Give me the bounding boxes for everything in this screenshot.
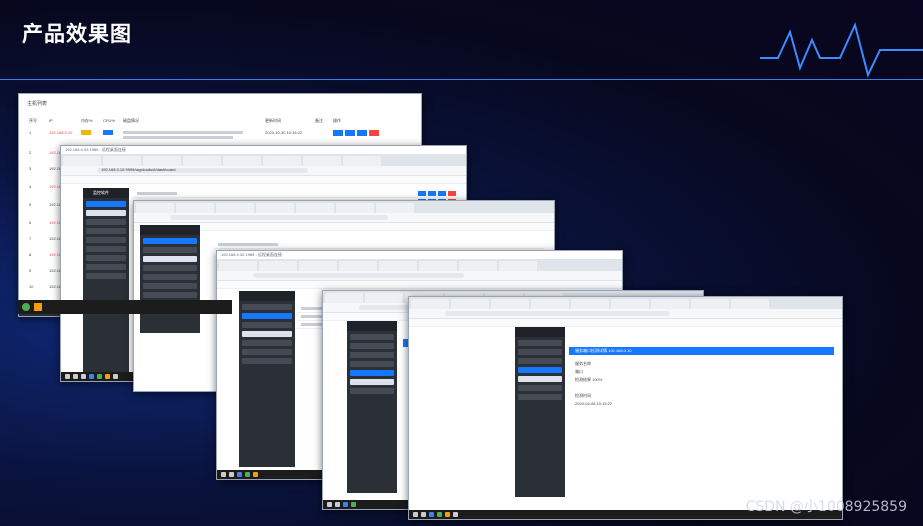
screenshot-port-detail: 服务端口检测详情 192.168.0.10 服务名称 端口 检测结果 100% …	[408, 296, 843, 520]
address-bar[interactable]: 192.168.0.10:9999/wgclouds/#/dashboard	[101, 167, 176, 172]
row-1-badge-cpu	[103, 130, 113, 135]
taskbar-left	[18, 300, 232, 314]
col-mem: 内存%	[81, 118, 93, 123]
sidebar-item-host-manage[interactable]	[86, 201, 126, 207]
row-8-no: 8	[29, 252, 32, 257]
col-cpu: CPU%	[103, 118, 116, 123]
row-1-disk-line-2	[123, 136, 233, 139]
row-1-disk-line	[123, 131, 243, 134]
watermark: CSDN @小1008925859	[745, 499, 907, 515]
row-2-no: 2	[29, 150, 32, 155]
row-10-no: 10	[29, 284, 34, 289]
row-7-no: 7	[29, 236, 32, 241]
slide-title: 产品效果图	[22, 23, 132, 46]
col-note: 备注	[315, 118, 323, 123]
sidebar-item-host-list[interactable]	[86, 210, 126, 216]
col-time: 更新时间	[265, 118, 281, 123]
row-6-no: 6	[29, 220, 32, 225]
detail-field-2: 端口	[575, 369, 583, 374]
sidebar-db	[140, 225, 200, 333]
row-1-no: 1	[29, 130, 32, 135]
sidebar-table	[239, 291, 295, 467]
row-1-time: 2023-10-30 10:16:22	[265, 130, 303, 135]
row-3-no: 3	[29, 166, 32, 171]
row-9-no: 9	[29, 268, 32, 273]
host-list-title: 主机列表	[27, 101, 48, 107]
sidebar-port	[347, 321, 397, 493]
detail-field-1: 服务名称	[575, 361, 591, 366]
detail-banner-text: 服务端口检测详情 192.168.0.10	[575, 348, 632, 353]
detail-field-3: 检测结果 100%	[575, 377, 603, 382]
col-ip: IP	[49, 118, 53, 123]
row-4-no: 4	[29, 184, 32, 189]
detail-field-4: 检测时间	[575, 393, 591, 398]
row-5-no: 5	[29, 202, 32, 207]
detail-field-5: 2024-04-08 10:15:27	[575, 401, 613, 406]
col-ops: 操作	[333, 118, 341, 123]
remote-title: 192.168.0.32:1989 - 远程桌面连接	[65, 147, 126, 152]
col-disk: 磁盘情况	[123, 118, 139, 123]
remote-title-2: 192.168.0.32:1989 - 远程桌面连接	[221, 252, 282, 257]
pulse-line-icon	[760, 22, 923, 78]
row-1-badge	[81, 130, 91, 135]
sidebar-brand: 监控软件	[93, 190, 109, 195]
row-1-ip: 192.168.0.10	[49, 130, 73, 135]
sidebar-detail	[515, 327, 565, 497]
sidebar	[83, 188, 129, 381]
row-1-actions[interactable]	[333, 130, 379, 136]
col-no: 序号	[29, 118, 37, 123]
